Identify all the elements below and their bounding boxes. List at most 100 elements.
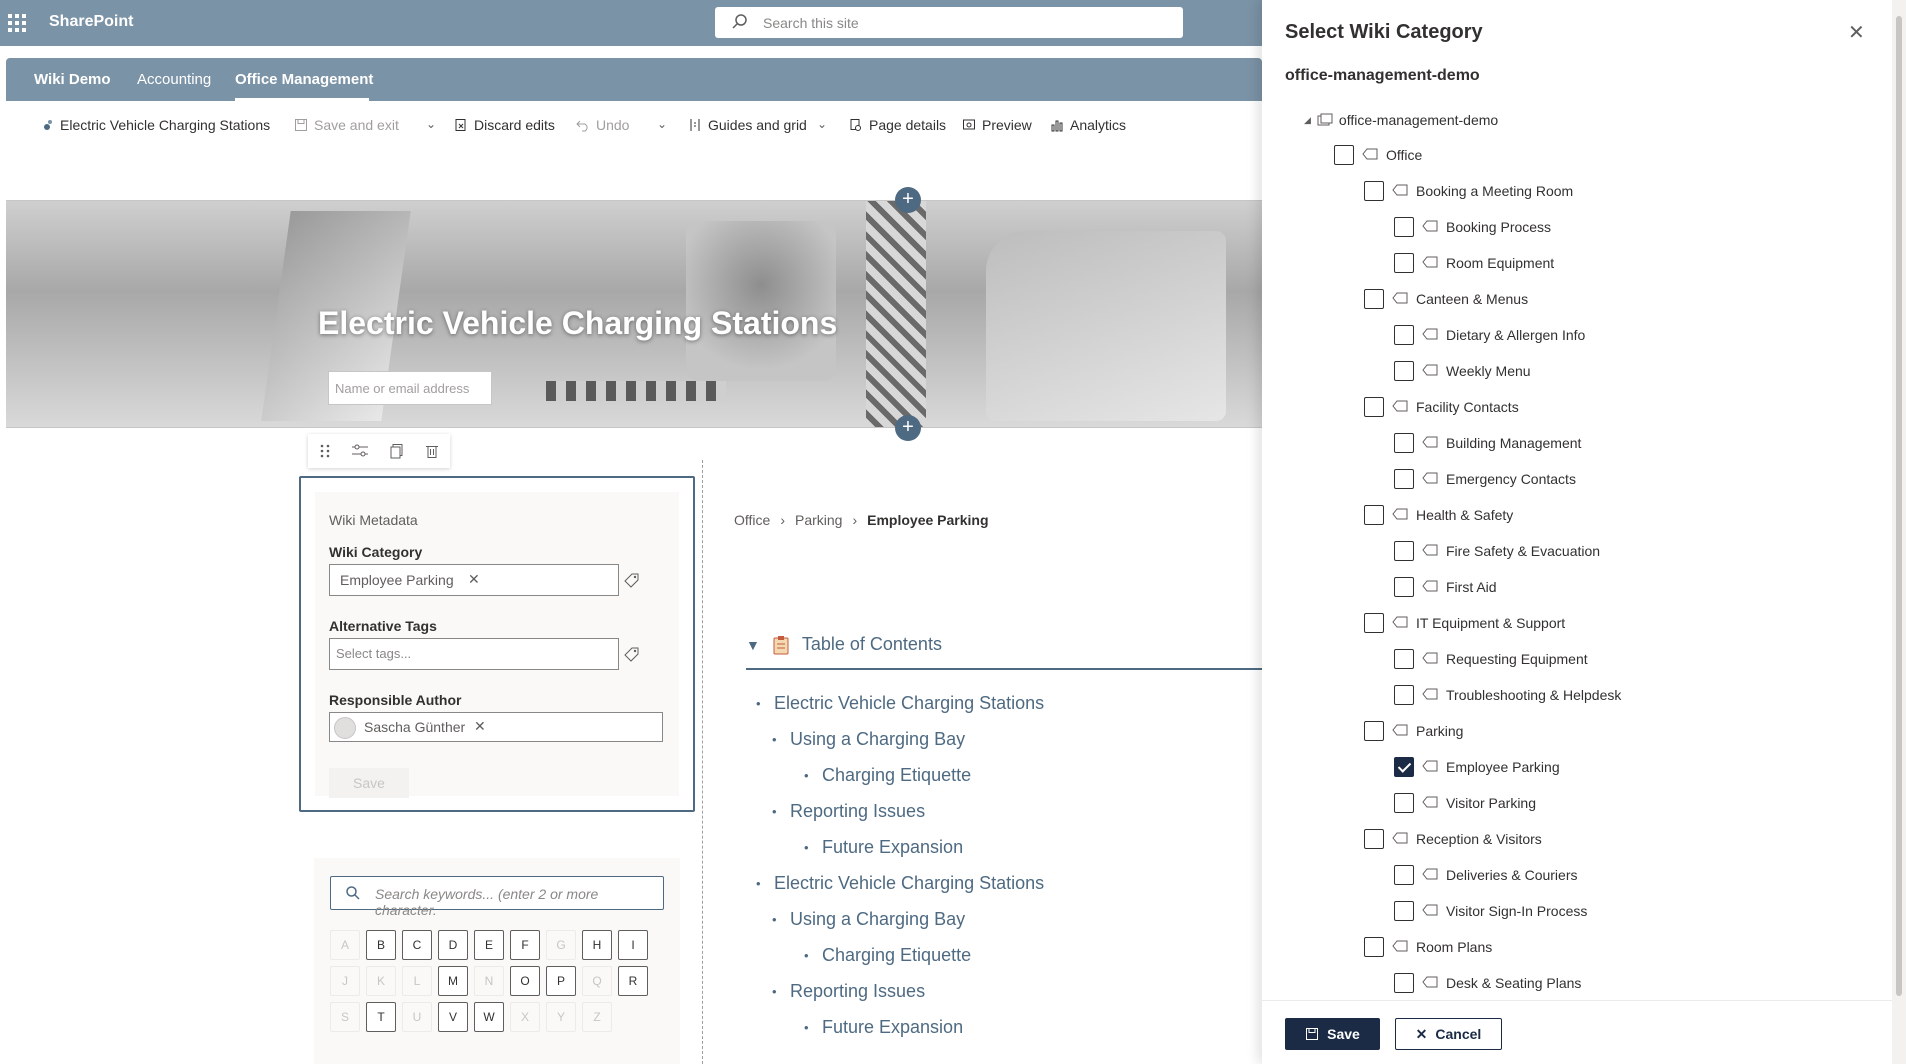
alphabet-letter[interactable]: H: [582, 930, 612, 960]
tree-root[interactable]: ◢ office-management-demo: [1304, 112, 1498, 128]
add-section-bottom-icon[interactable]: +: [895, 415, 921, 441]
undo-options-chevron-icon[interactable]: ⌄: [657, 117, 667, 131]
toc-link[interactable]: Using a Charging Bay: [772, 909, 965, 930]
tree-item[interactable]: Dietary & Allergen Info: [1394, 324, 1585, 346]
brand-link[interactable]: SharePoint: [49, 13, 133, 31]
tree-item[interactable]: Health & Safety: [1364, 504, 1513, 526]
responsible-author-field[interactable]: Sascha Günther ✕: [329, 712, 663, 742]
save-options-chevron-icon[interactable]: ⌄: [426, 117, 436, 131]
guides-chevron-icon[interactable]: ⌄: [817, 117, 827, 131]
cancel-button[interactable]: ✕ Cancel: [1395, 1018, 1502, 1050]
tree-item[interactable]: IT Equipment & Support: [1364, 612, 1565, 634]
category-checkbox[interactable]: [1394, 685, 1414, 705]
nav-accounting[interactable]: Accounting: [137, 71, 211, 88]
category-checkbox[interactable]: [1394, 469, 1414, 489]
category-checkbox[interactable]: [1364, 289, 1384, 309]
tree-item[interactable]: Requesting Equipment: [1394, 648, 1588, 670]
wiki-category-field[interactable]: Employee Parking ✕: [329, 564, 619, 596]
category-checkbox[interactable]: [1394, 541, 1414, 561]
alphabet-letter[interactable]: R: [618, 966, 648, 996]
category-checkbox[interactable]: [1364, 397, 1384, 417]
tree-item[interactable]: Troubleshooting & Helpdesk: [1394, 684, 1621, 706]
wiki-metadata-webpart[interactable]: Wiki Metadata Wiki Category Employee Par…: [299, 476, 695, 812]
category-checkbox[interactable]: [1364, 829, 1384, 849]
guides-grid-button[interactable]: Guides and grid: [688, 117, 807, 133]
category-checkbox[interactable]: [1394, 577, 1414, 597]
nav-office-management[interactable]: Office Management: [235, 71, 373, 88]
category-checkbox[interactable]: [1394, 757, 1414, 777]
tree-item[interactable]: Desk & Seating Plans: [1394, 972, 1581, 994]
discard-edits-button[interactable]: Discard edits: [454, 117, 555, 133]
tree-item[interactable]: Employee Parking: [1394, 756, 1560, 778]
category-checkbox[interactable]: [1394, 793, 1414, 813]
tree-item[interactable]: Parking: [1364, 720, 1463, 742]
toc-link[interactable]: Electric Vehicle Charging Stations: [756, 873, 1044, 894]
category-checkbox[interactable]: [1394, 361, 1414, 381]
duplicate-icon[interactable]: [389, 443, 405, 459]
alphabet-letter[interactable]: T: [366, 1002, 396, 1032]
category-checkbox[interactable]: [1364, 505, 1384, 525]
alphabet-letter[interactable]: E: [474, 930, 504, 960]
category-checkbox[interactable]: [1364, 613, 1384, 633]
category-checkbox[interactable]: [1334, 145, 1354, 165]
tree-item[interactable]: First Aid: [1394, 576, 1497, 598]
toc-link[interactable]: Charging Etiquette: [804, 945, 971, 966]
page-details-button[interactable]: Page details: [849, 117, 946, 133]
save-exit-button[interactable]: Save and exit: [294, 117, 399, 133]
tree-item[interactable]: Canteen & Menus: [1364, 288, 1528, 310]
alphabet-letter[interactable]: I: [618, 930, 648, 960]
breadcrumb-item-parking[interactable]: Parking: [795, 512, 842, 528]
tree-item[interactable]: Booking Process: [1394, 216, 1551, 238]
nav-wiki-demo[interactable]: Wiki Demo: [34, 71, 111, 88]
alternative-tags-field[interactable]: Select tags...: [329, 638, 619, 670]
category-checkbox[interactable]: [1394, 649, 1414, 669]
alphabet-letter[interactable]: D: [438, 930, 468, 960]
toc-link[interactable]: Reporting Issues: [772, 981, 925, 1002]
alphabet-letter[interactable]: B: [366, 930, 396, 960]
tree-item[interactable]: Room Equipment: [1394, 252, 1554, 274]
analytics-button[interactable]: Analytics: [1050, 117, 1126, 133]
alphabet-letter[interactable]: W: [474, 1002, 504, 1032]
undo-button[interactable]: Undo: [576, 117, 629, 133]
category-checkbox[interactable]: [1394, 217, 1414, 237]
category-checkbox[interactable]: [1364, 721, 1384, 741]
expand-triangle-icon[interactable]: ◢: [1304, 115, 1311, 126]
alphabet-letter[interactable]: F: [510, 930, 540, 960]
page-name-command[interactable]: Electric Vehicle Charging Stations: [40, 117, 270, 133]
toc-link[interactable]: Reporting Issues: [772, 801, 925, 822]
alphabet-letter[interactable]: C: [402, 930, 432, 960]
tag-picker-icon[interactable]: [623, 572, 641, 590]
collapse-triangle-icon[interactable]: ▼: [746, 637, 760, 653]
close-icon[interactable]: ✕: [1848, 20, 1865, 45]
category-checkbox[interactable]: [1394, 325, 1414, 345]
category-checkbox[interactable]: [1394, 253, 1414, 273]
toc-link[interactable]: Using a Charging Bay: [772, 729, 965, 750]
category-checkbox[interactable]: [1364, 181, 1384, 201]
toc-header[interactable]: ▼ Table of Contents: [746, 634, 942, 655]
tree-item[interactable]: Deliveries & Couriers: [1394, 864, 1577, 886]
toc-link[interactable]: Future Expansion: [804, 837, 963, 858]
delete-icon[interactable]: [424, 443, 440, 459]
keyword-search-input[interactable]: Search keywords... (enter 2 or more char…: [330, 876, 664, 918]
remove-category-icon[interactable]: ✕: [468, 571, 480, 588]
scrollbar-thumb[interactable]: [1896, 16, 1902, 996]
hero-title[interactable]: Electric Vehicle Charging Stations: [318, 305, 837, 342]
settings-sliders-icon[interactable]: [351, 443, 369, 459]
category-checkbox[interactable]: [1394, 433, 1414, 453]
author-byline-input[interactable]: Name or email address: [328, 371, 492, 405]
tree-item[interactable]: Reception & Visitors: [1364, 828, 1542, 850]
tree-item[interactable]: Visitor Parking: [1394, 792, 1536, 814]
tree-item[interactable]: Booking a Meeting Room: [1364, 180, 1573, 202]
category-checkbox[interactable]: [1394, 865, 1414, 885]
panel-scrollbar[interactable]: [1892, 0, 1906, 1064]
metadata-save-button[interactable]: Save: [329, 768, 409, 798]
tree-item[interactable]: Facility Contacts: [1364, 396, 1519, 418]
tree-item[interactable]: Visitor Sign-In Process: [1394, 900, 1587, 922]
preview-button[interactable]: Preview: [962, 117, 1032, 133]
tree-item[interactable]: Office: [1334, 144, 1422, 166]
tree-item[interactable]: Building Management: [1394, 432, 1581, 454]
tree-item[interactable]: Fire Safety & Evacuation: [1394, 540, 1600, 562]
toc-link[interactable]: Charging Etiquette: [804, 765, 971, 786]
alphabet-letter[interactable]: O: [510, 966, 540, 996]
category-checkbox[interactable]: [1394, 973, 1414, 993]
